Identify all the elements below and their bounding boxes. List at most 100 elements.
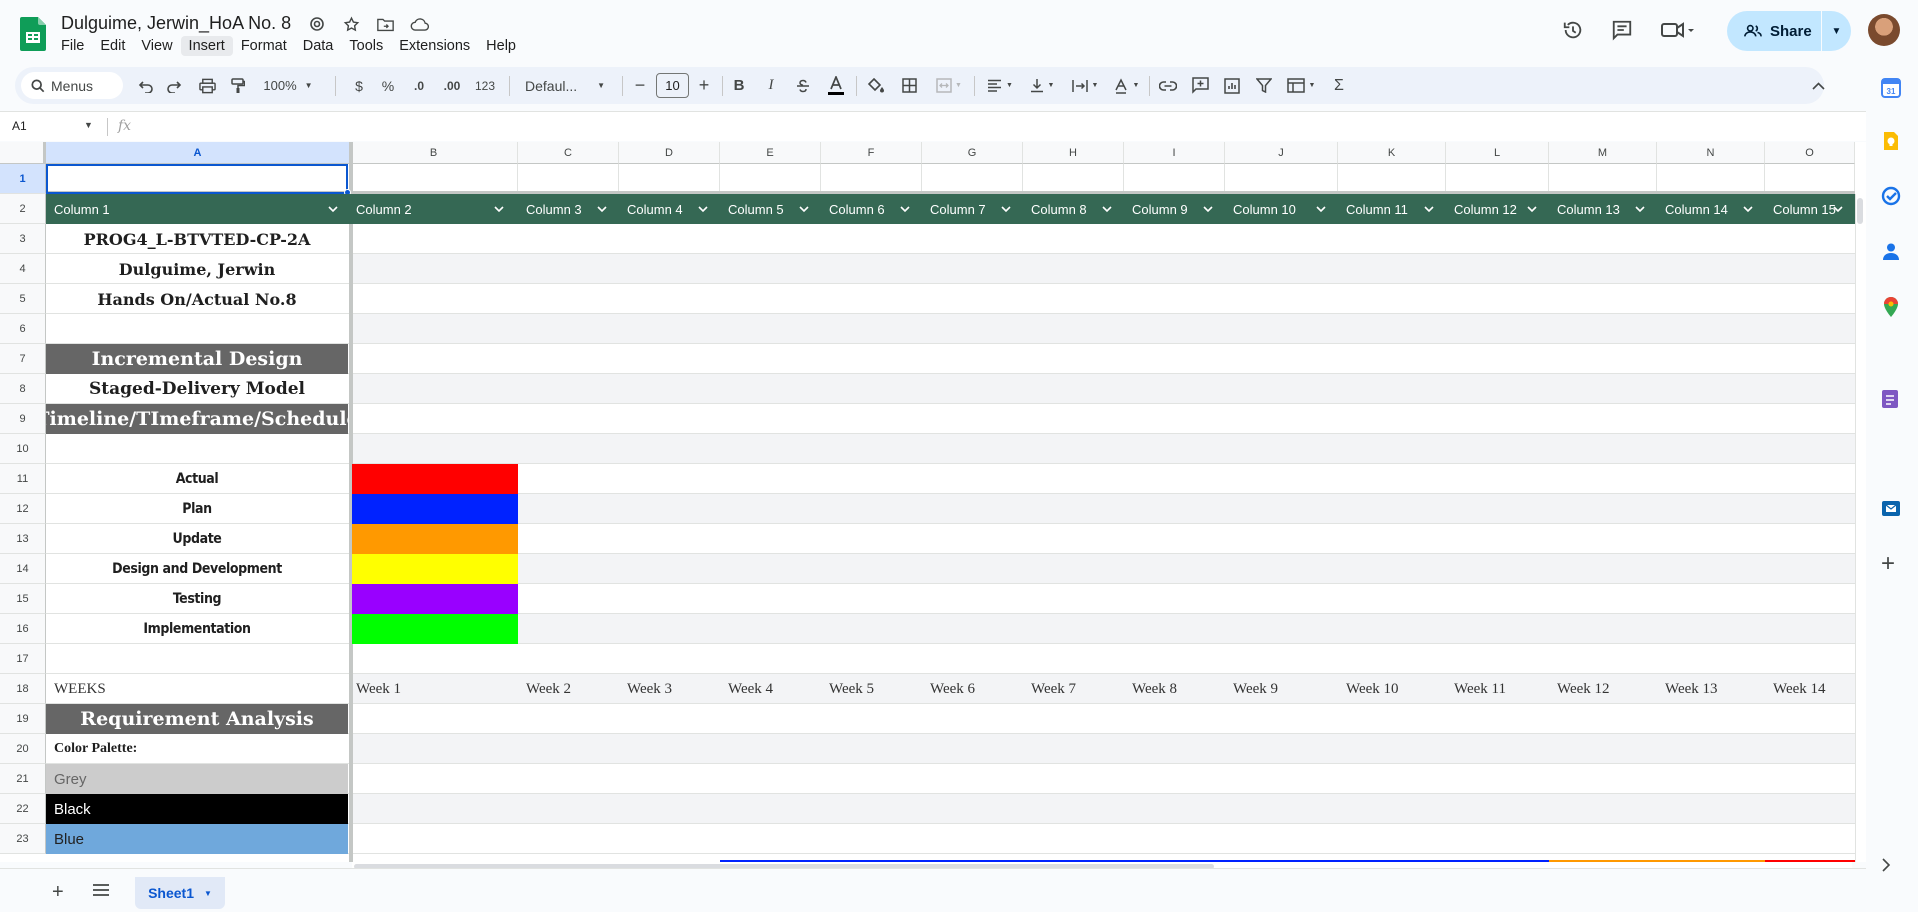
chevron-down-icon[interactable] (696, 202, 710, 216)
chevron-down-icon[interactable]: ▼ (204, 889, 212, 898)
increase-decimal-button[interactable]: .00 (438, 67, 466, 104)
column-header-d[interactable]: D (619, 142, 720, 164)
menu-data[interactable]: Data (295, 36, 342, 56)
meet-icon[interactable] (1653, 10, 1703, 50)
row-header-17[interactable]: 17 (0, 644, 46, 674)
legend-color-swatch[interactable] (352, 494, 518, 524)
cell-a7[interactable]: Incremental Design (46, 344, 348, 374)
cell-a23[interactable]: Blue (46, 824, 348, 854)
row-header-9[interactable]: 9 (0, 404, 46, 434)
filter-icon[interactable] (1249, 67, 1279, 104)
text-color-icon[interactable] (823, 67, 849, 104)
cell-a22[interactable]: Black (46, 794, 348, 824)
legend-color-swatch[interactable] (352, 524, 518, 554)
table-column-header[interactable]: Column 15 (1773, 194, 1853, 224)
row-header-7[interactable]: 7 (0, 344, 46, 374)
share-dropdown-icon[interactable]: ▼ (1822, 26, 1851, 37)
contacts-icon[interactable] (1881, 241, 1903, 263)
cloud-saved-icon[interactable] (408, 13, 430, 35)
chevron-down-icon[interactable] (1201, 202, 1215, 216)
week-label[interactable]: Week 6 (930, 674, 1023, 704)
legend-label[interactable]: Testing (46, 584, 348, 614)
share-button[interactable]: Share ▼ (1727, 11, 1851, 51)
italic-button[interactable]: I (758, 67, 784, 104)
legend-color-swatch[interactable] (352, 584, 518, 614)
column-header-a[interactable]: A (46, 142, 350, 164)
calendar-icon[interactable]: 31 (1881, 78, 1903, 100)
column-header-g[interactable]: G (922, 142, 1023, 164)
star-icon[interactable] (340, 13, 362, 35)
chevron-down-icon[interactable] (898, 202, 912, 216)
undo-icon[interactable] (134, 67, 158, 104)
insert-link-icon[interactable] (1153, 67, 1183, 104)
vertical-scrollbar[interactable] (1855, 194, 1866, 862)
select-all-corner[interactable] (0, 142, 46, 164)
font-size-input[interactable]: 10 (656, 73, 689, 98)
row-header-3[interactable]: 3 (0, 224, 46, 254)
borders-icon[interactable] (896, 67, 922, 104)
strikethrough-icon[interactable] (790, 67, 816, 104)
insert-comment-icon[interactable] (1185, 67, 1215, 104)
legend-color-swatch[interactable] (352, 464, 518, 494)
all-sheets-icon[interactable] (93, 883, 109, 901)
row-header-8[interactable]: 8 (0, 374, 46, 404)
chevron-down-icon[interactable] (797, 202, 811, 216)
cell-a4[interactable]: Dulguime, Jerwin (46, 254, 348, 284)
table-column-header[interactable]: Column 14 (1665, 194, 1763, 224)
vertical-scrollbar-thumb[interactable] (1857, 198, 1863, 224)
column-header-j[interactable]: J (1225, 142, 1338, 164)
table-column-header[interactable]: Column 8 (1031, 194, 1122, 224)
column-header-o[interactable]: O (1765, 142, 1855, 164)
table-column-header[interactable]: Column 4 (627, 194, 718, 224)
table-column-header[interactable]: Column 2 (356, 194, 514, 224)
redo-icon[interactable] (162, 67, 186, 104)
row-header-12[interactable]: 12 (0, 494, 46, 524)
legend-color-swatch[interactable] (352, 554, 518, 584)
menu-edit[interactable]: Edit (92, 36, 133, 56)
chevron-down-icon[interactable] (1633, 202, 1647, 216)
vertical-align-icon[interactable]: ▼ (1025, 67, 1059, 104)
menu-view[interactable]: View (133, 36, 180, 56)
currency-format-button[interactable]: $ (348, 67, 370, 104)
row-header-15[interactable]: 15 (0, 584, 46, 614)
column-header-m[interactable]: M (1549, 142, 1657, 164)
formula-input[interactable] (150, 116, 1850, 138)
zoom-select[interactable]: 100% ▼ (257, 67, 319, 104)
week-label[interactable]: Week 12 (1557, 674, 1657, 704)
chevron-down-icon[interactable] (595, 202, 609, 216)
chevron-down-icon[interactable] (1314, 202, 1328, 216)
collapse-toolbar-icon[interactable] (1805, 67, 1831, 104)
name-box[interactable]: A1 (12, 119, 27, 133)
row-header-11[interactable]: 11 (0, 464, 46, 494)
chevron-down-icon[interactable] (1741, 202, 1755, 216)
decrease-font-size-icon[interactable]: − (629, 67, 651, 104)
share-main[interactable]: Share (1727, 23, 1821, 40)
cell-a9[interactable]: Timeline/TImeframe/Schedule (46, 404, 348, 434)
merge-cells-icon[interactable]: ▼ (929, 67, 969, 104)
legend-label[interactable]: Actual (46, 464, 348, 494)
bold-button[interactable]: B (726, 67, 752, 104)
cell-a5[interactable]: Hands On/Actual No.8 (46, 284, 348, 314)
sheets-logo-icon[interactable] (20, 17, 46, 51)
row-header-6[interactable]: 6 (0, 314, 46, 344)
row-header-22[interactable]: 22 (0, 794, 46, 824)
table-column-header[interactable]: Column 10 (1233, 194, 1336, 224)
search-menus-button[interactable]: Menus (21, 72, 123, 99)
row-header-1[interactable]: 1 (0, 164, 46, 194)
functions-button[interactable]: Σ (1324, 67, 1354, 104)
document-title[interactable]: Dulguime, Jerwin_HoA No. 8 (61, 13, 291, 34)
menu-file[interactable]: File (53, 36, 92, 56)
row-header-18[interactable]: 18 (0, 674, 46, 704)
selected-cell-a1[interactable] (46, 164, 348, 194)
week-label[interactable]: Week 8 (1132, 674, 1225, 704)
comments-icon[interactable] (1602, 10, 1642, 50)
week-label[interactable]: Week 4 (728, 674, 821, 704)
menu-insert[interactable]: Insert (180, 36, 233, 56)
legend-label[interactable]: Update (46, 524, 348, 554)
text-rotation-icon[interactable]: ▼ (1108, 67, 1144, 104)
chevron-down-icon[interactable] (999, 202, 1013, 216)
chevron-down-icon[interactable] (326, 202, 340, 216)
cell-a21[interactable]: Grey (46, 764, 348, 794)
get-addons-icon[interactable]: + (1881, 552, 1903, 576)
legend-label[interactable]: Plan (46, 494, 348, 524)
